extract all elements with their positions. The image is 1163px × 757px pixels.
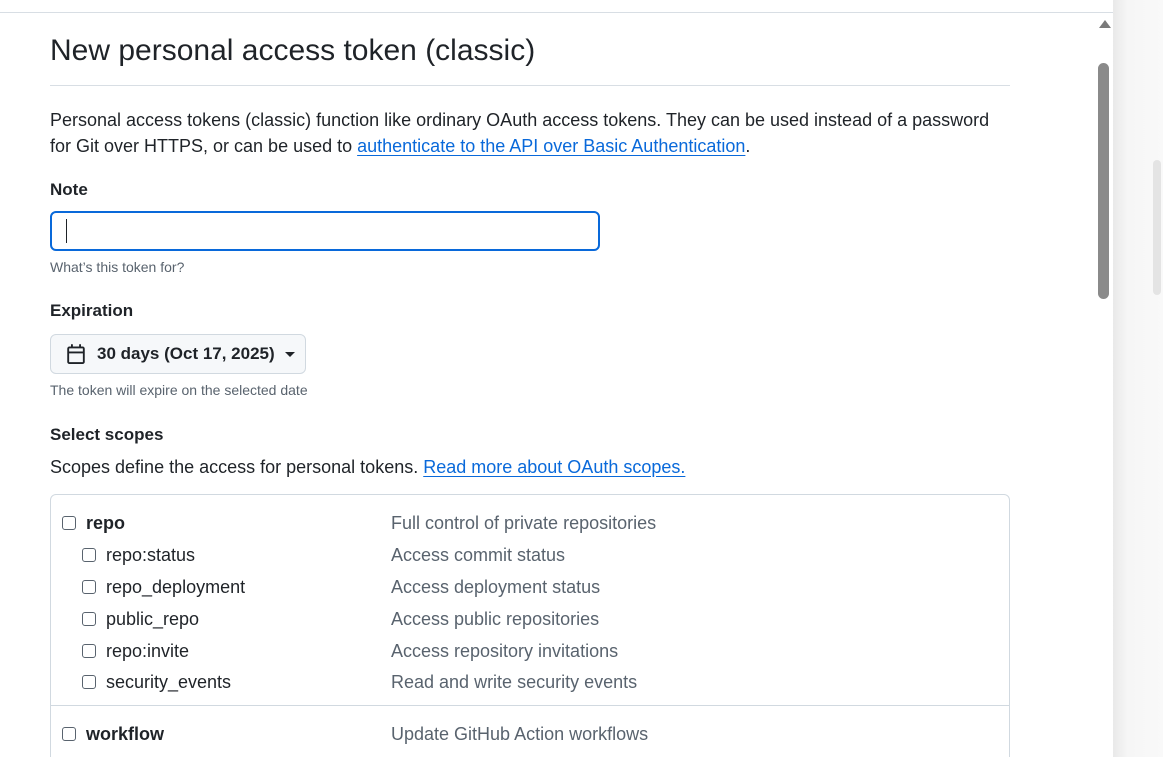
scope-name: repo_deployment	[106, 577, 246, 597]
scope-checkbox-repo-invite[interactable]	[82, 644, 96, 658]
scope-checkbox-workflow[interactable]	[62, 727, 76, 741]
scope-row-repo-deployment: repo_deployment Access deployment status	[51, 573, 1009, 601]
scope-description: Full control of private repositories	[391, 513, 657, 533]
scope-checkbox-public-repo[interactable]	[82, 612, 96, 626]
side-panel-scrollbar[interactable]	[1153, 160, 1161, 295]
scope-row-repo: repo Full control of private repositorie…	[51, 509, 1009, 537]
scope-row-workflow: workflow Update GitHub Action workflows	[51, 720, 1009, 748]
scopes-label: Select scopes	[50, 425, 164, 444]
scope-description: Access commit status	[391, 545, 566, 565]
expiration-hint: The token will expire on the selected da…	[50, 382, 308, 398]
scope-description: Access public repositories	[391, 609, 600, 629]
scope-name: repo:status	[106, 545, 196, 565]
scopes-description: Scopes define the access for personal to…	[50, 457, 685, 478]
scope-name: repo:invite	[106, 641, 190, 661]
note-input[interactable]	[50, 211, 600, 251]
scope-name: workflow	[86, 724, 165, 744]
note-hint: What’s this token for?	[50, 259, 185, 275]
scope-name: security_events	[106, 672, 232, 692]
page-title: New personal access token (classic)	[50, 34, 536, 67]
scopes-list: repo Full control of private repositorie…	[50, 494, 1010, 757]
side-panel	[1113, 0, 1163, 757]
intro-paragraph: Personal access tokens (classic) functio…	[50, 107, 1010, 159]
expiration-selected: 30 days (Oct 17, 2025)	[97, 344, 275, 363]
scope-checkbox-repo[interactable]	[62, 516, 76, 530]
expiration-dropdown[interactable]: 30 days (Oct 17, 2025)	[50, 334, 306, 374]
scope-name: repo	[86, 513, 126, 533]
scopes-description-text: Scopes define the access for personal to…	[50, 457, 424, 477]
vertical-scrollbar[interactable]	[1095, 14, 1113, 757]
scope-checkbox-repo-deployment[interactable]	[82, 580, 96, 594]
expiration-label: Expiration	[50, 301, 134, 320]
oauth-scopes-link[interactable]: Read more about OAuth scopes.	[423, 457, 685, 477]
scope-checkbox-security-events[interactable]	[82, 675, 96, 689]
scope-name: public_repo	[106, 609, 200, 629]
scope-description: Access deployment status	[391, 577, 601, 597]
title-divider	[50, 85, 1010, 86]
scroll-up-arrow-icon[interactable]	[1099, 20, 1111, 28]
basic-auth-link[interactable]: authenticate to the API over Basic Authe…	[357, 136, 745, 156]
scope-checkbox-repo-status[interactable]	[82, 548, 96, 562]
scope-row-repo-status: repo:status Access commit status	[51, 541, 1009, 569]
intro-end: .	[745, 136, 751, 156]
page-viewport: New personal access token (classic) Pers…	[0, 0, 1113, 757]
scope-row-security-events: security_events Read and write security …	[51, 668, 1009, 696]
scope-description: Update GitHub Action workflows	[391, 724, 649, 744]
triangle-down-icon	[284, 351, 295, 357]
top-divider	[0, 12, 1113, 13]
calendar-icon	[67, 344, 85, 364]
scope-row-repo-invite: repo:invite Access repository invitation…	[51, 637, 1009, 665]
note-label: Note	[50, 180, 88, 199]
scope-group-divider	[51, 705, 1009, 706]
scrollbar-thumb[interactable]	[1098, 63, 1109, 299]
scope-row-public-repo: public_repo Access public repositories	[51, 605, 1009, 633]
scope-description: Read and write security events	[391, 672, 638, 692]
text-cursor	[66, 219, 67, 243]
scope-description: Access repository invitations	[391, 641, 619, 661]
